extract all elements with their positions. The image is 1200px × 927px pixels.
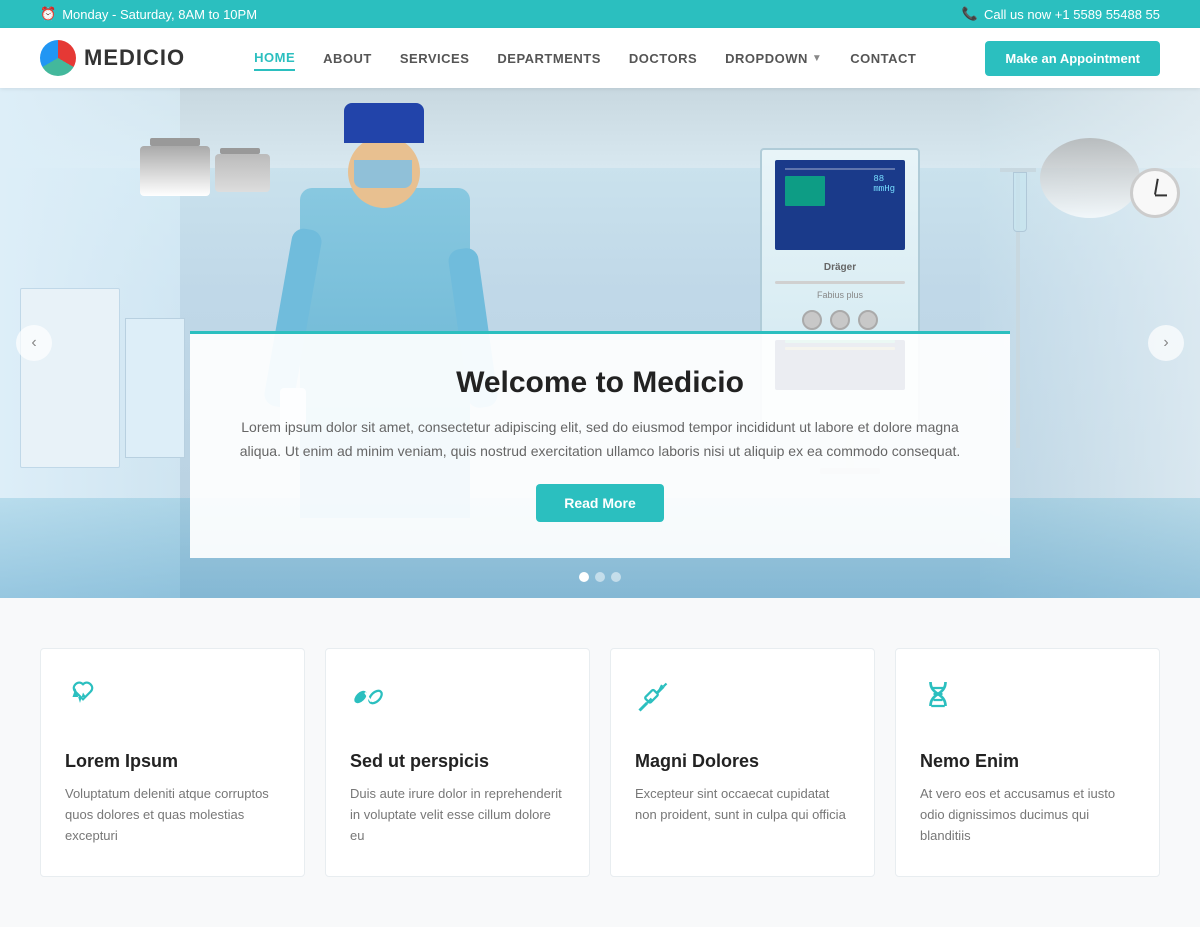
nav-home[interactable]: HOME (254, 46, 295, 71)
nav-about[interactable]: ABOUT (323, 47, 372, 70)
service-title-3: Magni Dolores (635, 751, 850, 772)
clock-icon: ⏰ (40, 6, 56, 22)
service-card-3: Magni Dolores Excepteur sint occaecat cu… (610, 648, 875, 877)
slider-prev-button[interactable]: ‹ (16, 325, 52, 361)
slider-next-button[interactable]: › (1148, 325, 1184, 361)
hero-section: 88mmHg Dräger Fabius plus (0, 88, 1200, 598)
slider-dot-3[interactable] (611, 572, 621, 582)
hero-title: Welcome to Medicio (230, 366, 970, 400)
service-desc-1: Voluptatum deleniti atque corruptos quos… (65, 784, 280, 846)
syringe-icon (635, 679, 850, 737)
right-light (1040, 138, 1140, 218)
top-bar: ⏰ Monday - Saturday, 8AM to 10PM 📞 Call … (0, 0, 1200, 28)
heartbeat-icon (65, 679, 280, 737)
main-nav: HOME ABOUT SERVICES DEPARTMENTS DOCTORS … (254, 46, 916, 71)
phone-icon: 📞 (962, 6, 978, 22)
or-light2 (215, 154, 270, 192)
pills-icon (350, 679, 565, 737)
slider-dots (579, 572, 621, 582)
nav-doctors[interactable]: DOCTORS (629, 47, 697, 70)
chevron-down-icon: ▼ (812, 53, 822, 64)
read-more-button[interactable]: Read More (536, 484, 664, 522)
nav-contact[interactable]: CONTACT (850, 47, 916, 70)
service-card-4: Nemo Enim At vero eos et accusamus et iu… (895, 648, 1160, 877)
service-title-2: Sed ut perspicis (350, 751, 565, 772)
logo-icon (40, 40, 76, 76)
equip-box-1 (20, 288, 120, 468)
service-desc-2: Duis aute irure dolor in reprehenderit i… (350, 784, 565, 846)
service-desc-4: At vero eos et accusamus et iusto odio d… (920, 784, 1135, 846)
service-desc-3: Excepteur sint occaecat cupidatat non pr… (635, 784, 850, 826)
slider-dot-2[interactable] (595, 572, 605, 582)
phone-text: Call us now +1 5589 55488 55 (984, 7, 1160, 22)
service-card-2: Sed ut perspicis Duis aute irure dolor i… (325, 648, 590, 877)
or-light (140, 146, 210, 196)
phone-info: 📞 Call us now +1 5589 55488 55 (962, 6, 1160, 22)
iv-bag (1013, 172, 1027, 232)
header: MEDICIO HOME ABOUT SERVICES DEPARTMENTS … (0, 28, 1200, 88)
slider-dot-1[interactable] (579, 572, 589, 582)
light-arm (150, 138, 200, 146)
hero-content-box: Welcome to Medicio Lorem ipsum dolor sit… (190, 331, 1010, 558)
hours-info: ⏰ Monday - Saturday, 8AM to 10PM (40, 6, 257, 22)
services-section: Lorem Ipsum Voluptatum deleniti atque co… (0, 598, 1200, 927)
equip-box-2 (125, 318, 185, 458)
hours-text: Monday - Saturday, 8AM to 10PM (62, 7, 257, 22)
appointment-button[interactable]: Make an Appointment (985, 41, 1160, 76)
nav-services[interactable]: SERVICES (400, 47, 470, 70)
hero-description: Lorem ipsum dolor sit amet, consectetur … (230, 416, 970, 464)
nav-dropdown[interactable]: DROPDOWN ▼ (725, 47, 822, 70)
logo[interactable]: MEDICIO (40, 40, 185, 76)
wall-clock (1130, 168, 1180, 218)
logo-text: MEDICIO (84, 45, 185, 71)
service-title-4: Nemo Enim (920, 751, 1135, 772)
service-card-1: Lorem Ipsum Voluptatum deleniti atque co… (40, 648, 305, 877)
dna-icon (920, 679, 1135, 737)
service-title-1: Lorem Ipsum (65, 751, 280, 772)
nav-departments[interactable]: DEPARTMENTS (497, 47, 600, 70)
